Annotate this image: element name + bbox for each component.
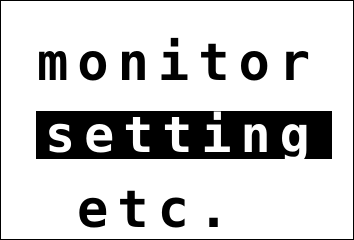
menu-item-monitor[interactable]: monitor xyxy=(37,37,319,89)
menu-screen: monitor setting etc. xyxy=(0,0,354,240)
menu-item-setting[interactable]: setting xyxy=(36,110,332,160)
menu-item-etc[interactable]: etc. xyxy=(77,184,238,236)
